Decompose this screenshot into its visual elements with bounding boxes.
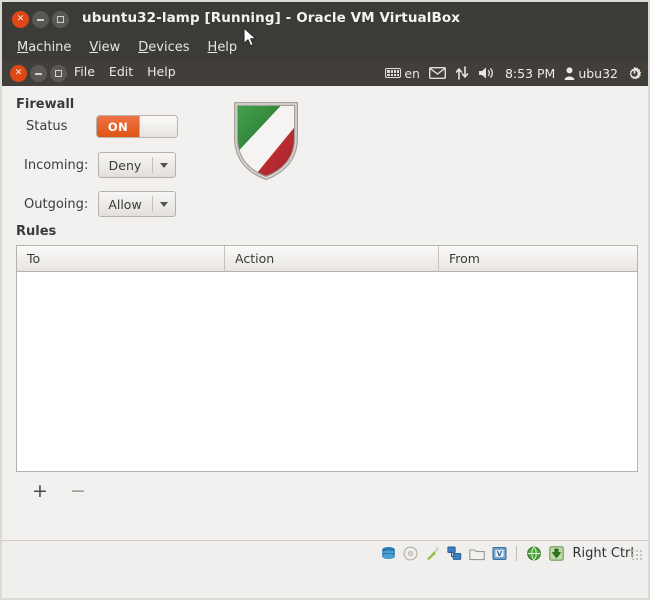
usb-icon[interactable] <box>425 546 440 561</box>
chevron-down-icon <box>153 201 175 207</box>
toggle-on-label: ON <box>97 116 139 137</box>
guest-close-button[interactable]: ✕ <box>10 65 27 82</box>
rules-table[interactable]: To Action From <box>16 245 638 472</box>
vbox-window-controls: ✕ <box>12 11 69 28</box>
guest-menubar: File Edit Help <box>74 64 176 79</box>
resize-grip[interactable] <box>631 549 643 561</box>
menu-devices[interactable]: Devices <box>131 38 196 57</box>
outgoing-label: Outgoing: <box>24 197 89 212</box>
guest-menu-file[interactable]: File <box>74 64 95 79</box>
envelope-icon <box>428 67 446 79</box>
add-rule-button[interactable]: + <box>32 482 48 501</box>
rules-table-header: To Action From <box>17 246 637 272</box>
guest-ubuntu-panel: ✕ File Edit Help en 8:53 PM ubu32 <box>0 60 650 86</box>
remove-rule-button: − <box>69 480 86 502</box>
menu-view[interactable]: View <box>82 38 127 57</box>
rules-actions: + − <box>32 482 86 501</box>
close-button[interactable]: ✕ <box>12 11 29 28</box>
toggle-knob <box>139 116 177 137</box>
virtualbox-menubar: Machine View Devices Help <box>0 34 650 60</box>
incoming-label: Incoming: <box>24 158 89 173</box>
network-icon[interactable] <box>446 546 462 561</box>
hard-disk-icon[interactable] <box>381 546 396 561</box>
optical-disk-icon[interactable] <box>402 546 418 561</box>
display-icon[interactable]: V <box>491 546 507 561</box>
network-updown-icon <box>455 66 469 80</box>
host-key-label: Right Ctrl <box>572 546 635 561</box>
outgoing-policy-value: Allow <box>108 196 142 212</box>
statusbar-icons: V Right Ctrl <box>381 546 635 561</box>
volume-icon <box>478 67 493 79</box>
status-label: Status <box>26 119 68 134</box>
user-indicator[interactable]: ubu32 <box>564 66 618 81</box>
incoming-policy-value: Deny <box>108 157 142 173</box>
clock-indicator[interactable]: 8:53 PM <box>505 66 555 81</box>
remote-display-icon[interactable] <box>526 546 542 561</box>
keyboard-icon <box>385 68 402 78</box>
column-header-to[interactable]: To <box>17 246 225 272</box>
firewall-section-title: Firewall <box>16 97 75 112</box>
guest-minimize-button[interactable] <box>30 65 47 82</box>
panel-indicators: en 8:53 PM ubu32 <box>385 60 642 86</box>
virtualbox-titlebar: ✕ ubuntu32-lamp [Running] - Oracle VM Vi… <box>0 0 650 34</box>
rules-section-title: Rules <box>16 224 57 239</box>
minimize-button[interactable] <box>32 11 49 28</box>
host-key-icon[interactable] <box>548 546 564 561</box>
menu-machine[interactable]: Machine <box>10 38 78 57</box>
guest-menu-edit[interactable]: Edit <box>109 64 133 79</box>
keyboard-layout-label: en <box>404 65 420 81</box>
guest-maximize-button[interactable] <box>50 65 67 82</box>
messaging-indicator[interactable] <box>428 67 446 79</box>
incoming-policy-select[interactable]: Deny <box>98 152 176 178</box>
shield-icon <box>230 98 302 184</box>
user-icon <box>564 66 575 80</box>
svg-text:V: V <box>496 550 502 558</box>
power-gear-icon <box>629 66 642 79</box>
firewall-status-toggle[interactable]: ON <box>96 115 178 138</box>
network-indicator[interactable] <box>455 66 469 80</box>
keyboard-indicator[interactable]: en <box>385 66 420 81</box>
session-indicator[interactable] <box>627 66 642 81</box>
outgoing-policy-select[interactable]: Allow <box>98 191 176 217</box>
column-header-action[interactable]: Action <box>225 246 439 272</box>
user-name-label: ubu32 <box>578 65 618 81</box>
menu-help[interactable]: Help <box>201 38 245 57</box>
column-header-from[interactable]: From <box>439 246 637 272</box>
maximize-button[interactable] <box>52 11 69 28</box>
volume-indicator[interactable] <box>478 66 496 80</box>
chevron-down-icon <box>153 162 175 168</box>
virtualbox-statusbar: V Right Ctrl <box>0 540 650 600</box>
guest-menu-help[interactable]: Help <box>147 64 176 79</box>
statusbar-separator <box>515 546 517 561</box>
gufw-window: Firewall Status ON Incoming: Deny Outgoi… <box>0 86 650 540</box>
shared-folder-icon[interactable] <box>468 547 485 561</box>
screen: ✕ ubuntu32-lamp [Running] - Oracle VM Vi… <box>0 0 650 600</box>
window-title: ubuntu32-lamp [Running] - Oracle VM Virt… <box>82 10 461 26</box>
guest-window-controls: ✕ <box>10 65 67 82</box>
rules-table-body[interactable] <box>17 272 637 471</box>
